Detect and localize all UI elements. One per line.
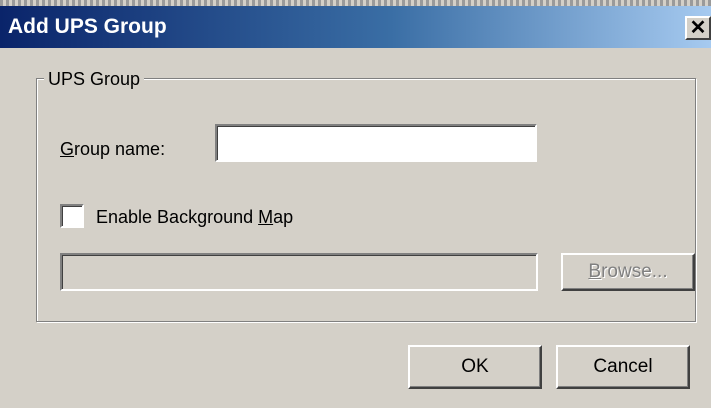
- enable-map-label-accel: M: [258, 207, 274, 227]
- cancel-button[interactable]: Cancel: [556, 345, 690, 389]
- group-name-label: Group name:: [60, 138, 165, 160]
- close-button[interactable]: ✕: [685, 16, 711, 40]
- browse-rest: rowse...: [601, 261, 668, 282]
- browse-button: Browse...: [561, 253, 695, 291]
- ups-group-legend: UPS Group: [44, 68, 145, 90]
- enable-map-label-b: ap: [273, 207, 294, 227]
- enable-map-label-a: Enable Background: [96, 207, 259, 227]
- close-icon: ✕: [689, 17, 707, 39]
- dialog-title: Add UPS Group: [8, 15, 167, 38]
- group-name-input[interactable]: [215, 124, 537, 162]
- enable-background-map-checkbox[interactable]: [60, 204, 84, 228]
- title-bar[interactable]: Add UPS Group ✕: [0, 6, 711, 48]
- background-map-path-field: [60, 253, 538, 291]
- enable-background-map-label[interactable]: Enable Background Map: [96, 206, 293, 228]
- group-name-label-rest: roup name:: [74, 139, 166, 159]
- ok-button[interactable]: OK: [408, 345, 542, 389]
- browse-accel: B: [588, 261, 602, 282]
- group-name-label-accel: G: [60, 139, 75, 159]
